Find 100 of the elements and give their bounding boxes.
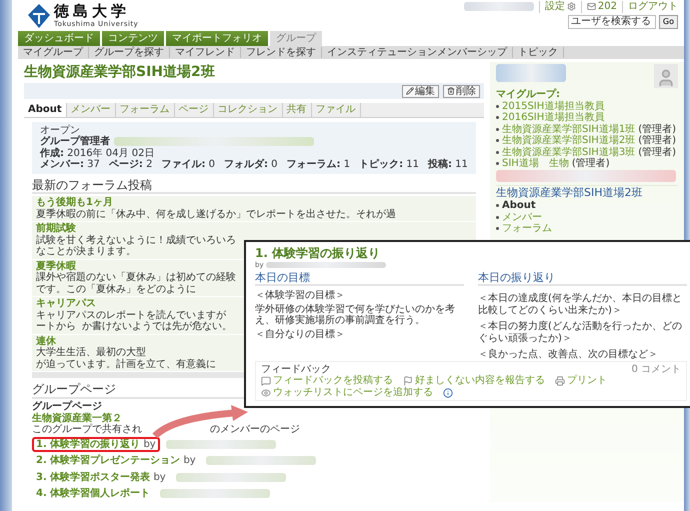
column-text: ＜良かった点、改善点、次の目標など＞	[478, 349, 659, 361]
stat-text: ページ: 2	[108, 159, 152, 171]
sub-nav-link[interactable]: フレンドを探す	[241, 46, 322, 58]
tab[interactable]: ファイル	[312, 103, 361, 117]
role-text: (管理者)	[638, 124, 676, 134]
go-button[interactable]: Go	[658, 14, 678, 28]
nav-tab[interactable]: コンテンツ	[102, 31, 164, 46]
bullet-icon	[496, 139, 499, 142]
bullet-icon	[496, 162, 499, 166]
nav-tab[interactable]: グループ	[270, 31, 322, 46]
group-link[interactable]: 生物資源産業学部SIH道場1班	[502, 124, 636, 135]
tab[interactable]: ページ	[174, 103, 214, 117]
preview-title: 1. 体験学習の振り返り	[255, 247, 382, 261]
post-excerpt: ートから	[36, 321, 76, 333]
post-title[interactable]: 連休	[36, 336, 56, 348]
group-link[interactable]: 2015SIH道場担当教員	[502, 100, 604, 112]
sidebar-label: マイグループ:	[496, 89, 561, 100]
stat-text: トピック: 11	[359, 159, 419, 171]
group-link[interactable]: SIH道場 生物	[502, 158, 569, 170]
trash-icon	[447, 87, 455, 96]
column-text: ＜自分なりの目標＞	[255, 328, 346, 340]
column-text: ＜体験学習の目標＞	[255, 290, 346, 302]
post-title[interactable]: もう後期も1ヶ月	[36, 197, 113, 209]
section-heading: 最新のフォーラム投稿	[32, 178, 476, 194]
post-excerpt: 課外や宿題のない「夏休み」は初めての経験です。この「夏休み」をどのように	[36, 272, 236, 296]
role-text: (管理者)	[638, 146, 676, 158]
sub-nav-link[interactable]: インスティテューションメンバーシップ	[322, 46, 513, 58]
page-link[interactable]: 3. 体験学習ポスター発表 by	[32, 470, 170, 486]
stat-text: 投稿: 11	[428, 159, 468, 171]
comment-icon	[261, 376, 271, 386]
column-text: ＜本日の達成度(何を学んだか、本日の目標と比較してどのくらい出来たか)＞	[478, 293, 683, 316]
stat-text: メンバー: 37	[40, 159, 100, 171]
page-link[interactable]: 4. 体験学習個人レポート	[32, 486, 154, 502]
post-excerpt: 試験を甘く考えないように！成績でいろいろなことが決まります。	[36, 234, 236, 258]
post-title[interactable]: 夏季休暇	[36, 260, 76, 272]
bullet-icon	[496, 216, 499, 219]
flag-icon	[403, 376, 413, 386]
role-text: (管理者)	[572, 158, 610, 170]
column-text: ＜本日の努力度(どんな活動を行ったか、どのぐらい頑張ったか)＞	[478, 321, 683, 344]
tab[interactable]: 共有	[282, 103, 312, 117]
nav-tab[interactable]: ダッシュボード	[18, 31, 100, 46]
post-excerpt: 夏季休暇の前に「休み中、何を成し遂げるか」でレポートを出させた。それが過	[36, 208, 396, 220]
sidebar-heading: 生物資源産業学部SIH道場2班	[496, 184, 678, 200]
sub-nav-link[interactable]: グループを探す	[89, 46, 170, 58]
page-link[interactable]: 生物資源産業一第２	[32, 412, 122, 424]
feedback-action-link[interactable]: ウォッチリストにページを追加する	[261, 386, 433, 398]
group-link[interactable]: 生物資源産業学部SIH道場3班	[502, 146, 636, 158]
bullet-icon	[496, 150, 499, 154]
settings-icon	[566, 2, 576, 12]
menu-link[interactable]: About	[502, 200, 536, 212]
sub-nav-link[interactable]: マイフレンド	[170, 46, 241, 58]
feedback-action-link[interactable]: プリント	[555, 375, 607, 387]
comment-count: 0 コメント	[631, 364, 681, 376]
top-link[interactable]: 設定	[538, 1, 576, 12]
stat-text: フォーラム: 1	[286, 159, 350, 171]
post-excerpt: が迫っています。計画を立て、有意義に	[36, 358, 216, 370]
feedback-heading: フィードバック	[261, 364, 331, 376]
top-link[interactable]: 202	[580, 1, 617, 12]
post-title[interactable]: キャリアパス	[36, 298, 96, 310]
column-heading: 本日の振り返り	[478, 272, 687, 286]
blurred-name	[464, 2, 534, 12]
bullet-icon	[496, 204, 499, 208]
menu-link[interactable]: フォーラム	[502, 223, 552, 235]
subsection-label: のメンバーのページ	[210, 424, 300, 436]
column-text: 学外研修の体験学習で何を学びたいのかを考え、研修実施場所の事前調査を行う。	[255, 304, 456, 327]
logo-icon	[28, 4, 50, 28]
created-date: 作成: 2016年 04月 02日	[40, 148, 156, 160]
sub-nav-link[interactable]: マイグループ	[18, 46, 89, 58]
info-icon	[443, 388, 453, 398]
page-link[interactable]: 2. 体験学習プレゼンテーション by	[32, 453, 200, 469]
page-link[interactable]: 1. 体験学習の振り返り by	[32, 436, 160, 452]
post-excerpt: か書けないようでは先が危ない。	[82, 321, 232, 333]
logo-title: 徳島大学	[54, 3, 131, 20]
group-link[interactable]: 生物資源産業学部SIH道場2班	[502, 135, 636, 146]
printer-icon	[555, 376, 565, 386]
tab[interactable]: About	[24, 103, 67, 117]
tab[interactable]: メンバー	[66, 103, 116, 117]
post-title[interactable]: 前期試験	[36, 223, 76, 235]
menu-link[interactable]: メンバー	[502, 212, 542, 224]
blurred-name	[496, 64, 566, 82]
column-heading: 本日の目標	[255, 272, 464, 286]
role-text: (管理者)	[638, 135, 676, 146]
sub-nav-link[interactable]: トピック	[513, 46, 564, 58]
nav-tab[interactable]: マイポートフォリオ	[166, 31, 268, 46]
edit-button[interactable]: 編集	[402, 84, 439, 98]
delete-button[interactable]: 削除	[443, 84, 480, 98]
tab[interactable]: コレクション	[214, 103, 283, 117]
top-link[interactable]: ログアウト	[622, 1, 678, 12]
group-link[interactable]: 2016SIH道場担当教員	[502, 112, 604, 124]
search-field[interactable]: ユーザを検索する	[568, 14, 656, 28]
subsection-label: グループページ	[32, 401, 103, 412]
post-excerpt: キャリアパスのレポートを読んでいますが	[36, 310, 226, 321]
avatar-silhouette	[654, 64, 678, 88]
visibility-text: オープン	[40, 124, 80, 136]
page-title: 生物資源産業学部SIH道場2班	[24, 64, 216, 80]
admin-label: グループ管理者	[40, 136, 110, 148]
bullet-icon	[496, 128, 499, 131]
tab[interactable]: フォーラム	[116, 103, 175, 117]
eye-icon	[261, 388, 271, 398]
stat-text: フォルダ: 0	[224, 159, 278, 171]
